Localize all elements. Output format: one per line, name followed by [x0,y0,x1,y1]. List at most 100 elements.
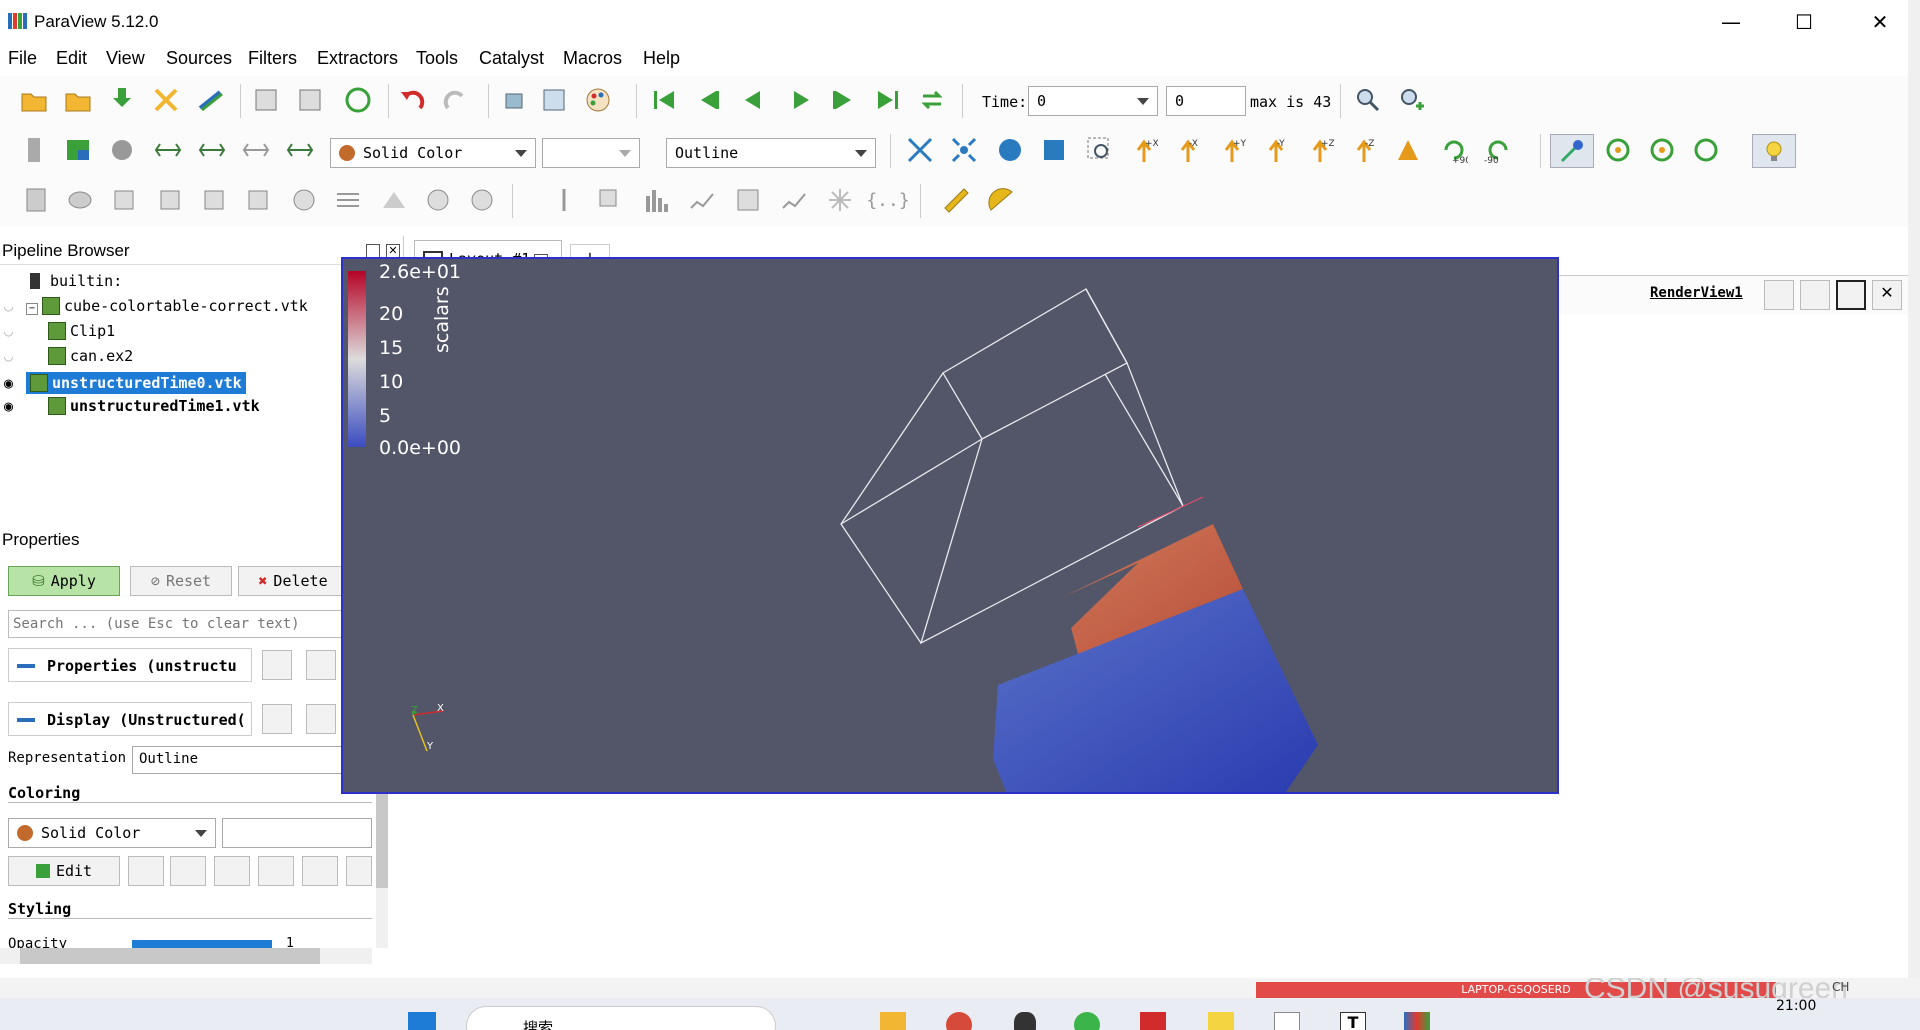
copy-display-icon[interactable] [262,704,292,734]
tree-item-clip1[interactable]: ◡ Clip1 [4,322,115,346]
disconnect-icon[interactable] [252,86,280,114]
eye-closed-icon[interactable]: ◡ [4,322,48,340]
tree-item-can-ex2[interactable]: ◡ can.ex2 [4,347,133,371]
time-inspector-icon[interactable] [1354,86,1382,114]
view-minus-x-icon[interactable]: -X [1174,136,1202,164]
chrome-icon[interactable] [946,1012,972,1030]
file-explorer-icon[interactable] [880,1012,906,1030]
play-icon[interactable] [788,86,816,114]
app-white-icon[interactable] [1274,1012,1300,1030]
eye-closed-icon[interactable]: ◡ [4,297,20,315]
d3-icon[interactable] [826,186,854,214]
coloring-combo[interactable]: Solid Color [330,138,536,168]
close-button[interactable]: ✕ [1862,8,1898,36]
component-combo[interactable] [542,138,640,168]
menu-tools[interactable]: Tools [416,48,458,69]
extract-subset-icon[interactable] [244,186,272,214]
start-icon[interactable] [408,1012,436,1030]
float-panel-icon[interactable] [366,244,380,258]
zoom-closest-icon[interactable] [1040,136,1068,164]
next-frame-icon[interactable] [830,86,858,114]
delete-button[interactable]: ✖ Delete [238,566,348,596]
opacity-slider[interactable] [132,940,272,948]
paste-display-icon[interactable] [306,704,336,734]
properties-hscrollbar[interactable] [0,948,372,964]
temporal-stats-icon[interactable] [780,186,808,214]
minimize-button[interactable]: — [1713,8,1749,36]
show-legend-icon[interactable] [302,856,338,886]
interaction-mode-icon[interactable] [1550,134,1594,168]
auto-apply-icon[interactable] [344,86,372,114]
menu-view[interactable]: View [106,48,145,69]
menu-catalyst[interactable]: Catalyst [479,48,544,69]
eye-open-icon[interactable]: ◉ [4,397,48,415]
rescale-custom-range-icon[interactable] [214,856,250,886]
time-value-combo[interactable]: 0 [1028,86,1158,116]
time-manager-icon[interactable] [1398,86,1426,114]
app-red-icon[interactable] [1140,1012,1166,1030]
tree-item-unstructured-time0[interactable]: ◉ unstructuredTime0.vtk [4,372,246,396]
save-data-icon[interactable] [108,86,136,114]
reset-camera-icon[interactable] [906,136,934,164]
save-state-icon[interactable] [152,86,180,114]
zoom-to-box-icon[interactable] [1086,136,1114,164]
zoom-to-data-icon[interactable] [996,136,1024,164]
taskbar-search[interactable]: 搜索 [466,1006,776,1030]
color-palette-icon[interactable] [584,86,612,114]
slice-icon[interactable] [156,186,184,214]
edit-color-map-icon[interactable] [64,136,92,164]
coloring-component-select[interactable] [222,818,372,848]
glyph-icon[interactable] [290,186,318,214]
toggle-color-legend-icon[interactable] [20,136,48,164]
open-file-icon[interactable] [20,86,48,114]
rescale-data-icon[interactable] [170,856,206,886]
plot-over-line-icon[interactable] [596,186,624,214]
ime-indicator[interactable]: CH [1832,980,1849,994]
properties-search-input[interactable] [8,610,354,638]
histogram-icon[interactable] [642,186,670,214]
view-plus-y-icon[interactable]: +Y [1218,136,1246,164]
server-icon[interactable] [296,86,324,114]
open-folder-icon[interactable] [64,86,92,114]
connect-icon[interactable] [196,86,224,114]
probe-icon[interactable] [550,186,578,214]
representation-combo[interactable]: Outline [666,138,876,168]
reset-camera-closest-icon[interactable] [950,136,978,164]
loop-icon[interactable] [918,86,946,114]
maximize-view-icon[interactable] [1836,280,1866,310]
stream-tracer-icon[interactable] [334,186,362,214]
camera-undo-icon[interactable] [500,86,528,114]
view-minus-z-icon[interactable]: -Z [1350,136,1378,164]
collapse-icon[interactable]: − [26,303,38,315]
threshold-icon[interactable] [200,186,228,214]
warp-by-vector-icon[interactable] [380,186,408,214]
apply-button[interactable]: ⛁ Apply [8,566,120,596]
reset-button[interactable]: ⊘ Reset [130,566,232,596]
maximize-button[interactable]: ☐ [1786,8,1822,36]
rotate-plus-90-icon[interactable]: +90 [1440,136,1468,164]
notes-icon[interactable] [1208,1012,1234,1030]
reset-range-icon[interactable] [108,136,136,164]
previous-frame-icon[interactable] [694,86,722,114]
render-view-label[interactable]: RenderView1 [1650,285,1743,301]
menu-filters[interactable]: Filters [248,48,297,69]
typora-icon[interactable]: T [1340,1012,1366,1030]
choose-preset-icon[interactable] [128,856,164,886]
wechat-icon[interactable] [1074,1012,1100,1030]
paste-properties-icon[interactable] [306,650,336,680]
redo-icon[interactable] [442,86,470,114]
view-plus-z-icon[interactable]: +Z [1306,136,1334,164]
coloring-select[interactable]: Solid Color [8,818,216,848]
more-icon[interactable] [346,856,372,886]
time-step-spinbox[interactable]: 0 [1166,86,1246,116]
menu-help[interactable]: Help [643,48,680,69]
extract-level-icon[interactable] [468,186,496,214]
pick-center-icon[interactable] [1648,136,1676,164]
menu-macros[interactable]: Macros [563,48,622,69]
last-frame-icon[interactable] [874,86,902,114]
tree-item-cube-vtk[interactable]: ◡ − cube-colortable-correct.vtk [4,297,308,321]
view-plus-x-icon[interactable]: +X [1130,136,1158,164]
group-datasets-icon[interactable] [424,186,452,214]
rescale-custom-icon[interactable] [154,136,182,164]
ruler-icon[interactable] [942,186,970,214]
